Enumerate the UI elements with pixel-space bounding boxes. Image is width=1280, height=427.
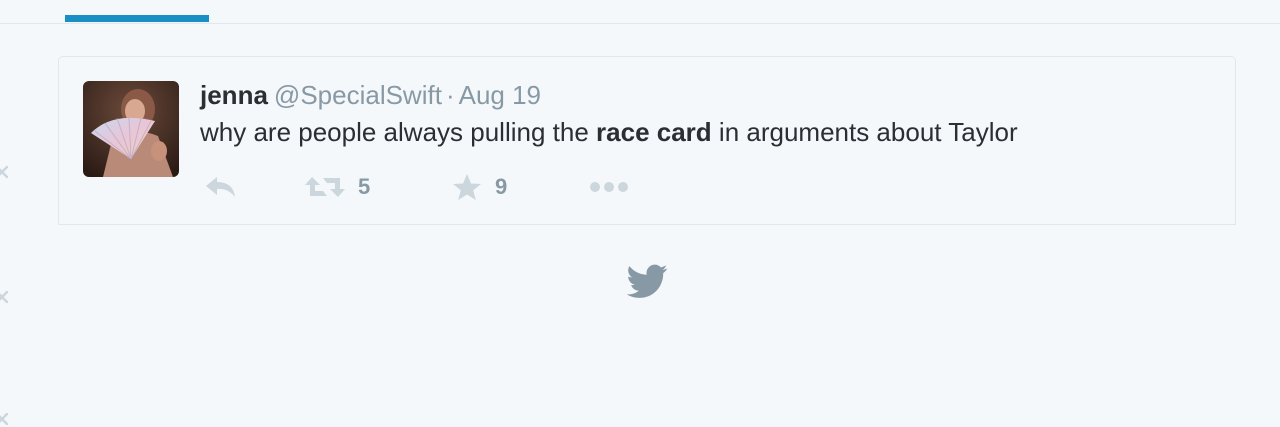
tweet-text-bold: race card	[596, 117, 712, 147]
retweet-icon	[305, 177, 345, 197]
twitter-bird-icon	[627, 264, 668, 298]
tweet-header: jenna @SpecialSwift · Aug 19	[200, 80, 541, 110]
avatar[interactable]	[83, 81, 179, 177]
reply-icon	[206, 177, 235, 197]
username[interactable]: @SpecialSwift	[274, 80, 442, 110]
fullname[interactable]: jenna	[200, 80, 268, 110]
page: jenna @SpecialSwift · Aug 19 why are people…	[0, 0, 1280, 427]
close-icon[interactable]	[0, 166, 8, 178]
close-icon[interactable]	[0, 413, 8, 425]
tweet-actions: 5 9	[200, 169, 720, 205]
tweet-text: why are people always pulling the race c…	[200, 117, 1200, 147]
tweet-text-part: in arguments about Taylor	[711, 117, 1018, 147]
close-icon[interactable]	[0, 291, 8, 303]
favorite-button[interactable]: 9	[452, 169, 507, 205]
reply-button[interactable]	[204, 169, 236, 205]
more-dots-icon	[590, 182, 628, 192]
retweet-button[interactable]: 5	[305, 169, 370, 205]
tab-bar	[0, 0, 1280, 24]
separator: ·	[445, 80, 455, 110]
more-button[interactable]	[590, 169, 628, 205]
star-icon	[453, 174, 481, 200]
active-tab-indicator[interactable]	[65, 15, 209, 22]
tweet-text-part: why are people always pulling the	[200, 117, 597, 147]
favorite-count: 9	[495, 174, 508, 199]
user-avatar-photo	[83, 81, 179, 177]
timestamp[interactable]: Aug 19	[459, 80, 541, 110]
tweet-card[interactable]: jenna @SpecialSwift · Aug 19 why are people…	[58, 56, 1236, 225]
retweet-count: 5	[358, 174, 371, 199]
